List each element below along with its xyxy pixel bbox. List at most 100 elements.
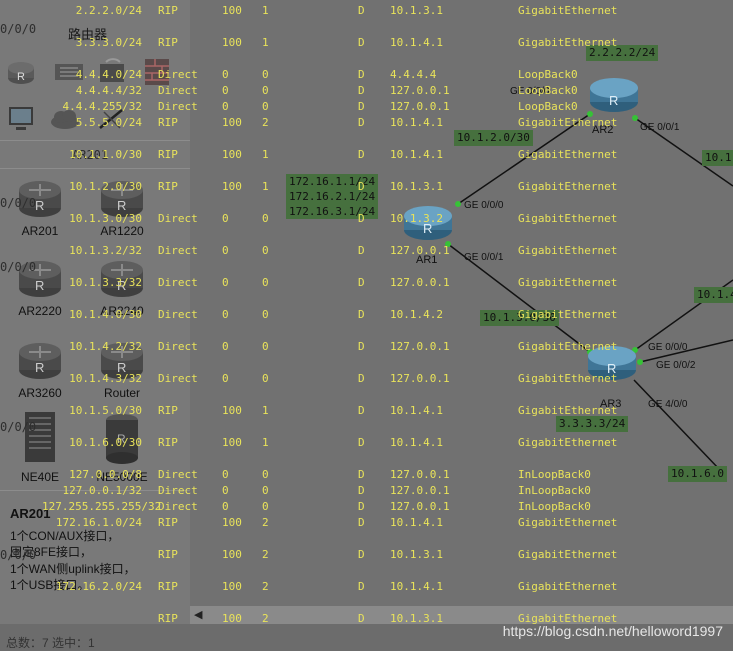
routing-table-row: 10.1.6.0/30 RIP 100 1 D 10.1.4.1 GigabitEthern… (0, 436, 733, 452)
routing-cell-pre: 0 (222, 500, 229, 513)
routing-table-row: 10.1.5.0/30 RIP 100 1 D 10.1.4.1 GigabitEthern… (0, 404, 733, 420)
routing-cell-dest: 127.255.255.255/32 (42, 500, 162, 513)
routing-table-row: 10.1.3.0/30 Direct 0 0 D 10.1.3.2 GigabitEther… (0, 212, 733, 228)
routing-cell-cost: 1 (262, 436, 269, 449)
routing-cell-cost: 0 (262, 500, 269, 513)
routing-cell-hop: 4.4.4.4 (390, 68, 437, 81)
routing-cell-proto: RIP (158, 148, 178, 161)
routing-cell-dest: 10.1.2.0/30 (69, 180, 142, 193)
routing-cell-iface: GigabitEthernet (518, 148, 618, 161)
routing-cell-flag: D (358, 548, 365, 561)
routing-cell-hop: 10.1.4.1 (390, 36, 443, 49)
routing-cell-hop: 10.1.3.1 (390, 180, 443, 193)
routing-cell-pre: 0 (222, 340, 229, 353)
routing-table-row: 127.255.255.255/32 Direct 0 0 D 127.0.0.1 InLo… (0, 500, 733, 516)
routing-cell-hop: 10.1.4.1 (390, 148, 443, 161)
routing-cell-dest: 10.1.6.0/30 (69, 436, 142, 449)
routing-cell-cost: 0 (262, 100, 269, 113)
routing-table-row: 10.1.2.0/30 RIP 100 1 D 10.1.3.1 GigabitEthern… (0, 180, 733, 196)
routing-cell-proto: RIP (158, 612, 178, 625)
routing-cell-hop: 127.0.0.1 (390, 340, 450, 353)
routing-cell-cost: 0 (262, 244, 269, 257)
routing-cell-dest: 10.1.3.3/32 (69, 276, 142, 289)
routing-cell-dest: 4.4.4.255/32 (62, 100, 142, 113)
routing-cell-dest: 10.1.1.0/30 (69, 148, 142, 161)
routing-cell-dest: 172.16.2.0/24 (55, 580, 142, 593)
routing-cell-pre: 0 (222, 212, 229, 225)
routing-cell-hop: 10.1.4.1 (390, 404, 443, 417)
routing-cell-pre: 100 (222, 436, 242, 449)
routing-cell-dest: 10.1.3.2/32 (69, 244, 142, 257)
routing-cell-cost: 1 (262, 148, 269, 161)
routing-cell-iface: GigabitEthernet (518, 4, 618, 17)
routing-cell-iface: GigabitEthernet (518, 244, 618, 257)
routing-cell-pre: 100 (222, 548, 242, 561)
routing-cell-pre: 0 (222, 84, 229, 97)
routing-cell-flag: D (358, 212, 365, 225)
routing-cell-flag: D (358, 36, 365, 49)
routing-cell-hop: 10.1.4.1 (390, 516, 443, 529)
routing-cell-iface: GigabitEthernet (518, 276, 618, 289)
routing-cell-cost: 0 (262, 484, 269, 497)
routing-cell-hop: 127.0.0.1 (390, 276, 450, 289)
routing-cell-flag: D (358, 500, 365, 513)
routing-cell-iface: GigabitEthernet (518, 436, 618, 449)
routing-cell-cost: 2 (262, 116, 269, 129)
routing-cell-proto: RIP (158, 436, 178, 449)
routing-cell-cost: 1 (262, 4, 269, 17)
routing-cell-iface: GigabitEthernet (518, 180, 618, 193)
routing-cell-dest: 10.1.4.2/32 (69, 340, 142, 353)
routing-table-row: RIP 100 2 D 10.1.3.1 GigabitEthernet (0, 548, 733, 564)
routing-cell-flag: D (358, 244, 365, 257)
routing-cell-hop: 127.0.0.1 (390, 468, 450, 481)
routing-cell-iface: GigabitEthernet (518, 372, 618, 385)
routing-cell-flag: D (358, 612, 365, 625)
routing-cell-hop: 127.0.0.1 (390, 244, 450, 257)
routing-cell-hop: 10.1.4.1 (390, 436, 443, 449)
routing-cell-cost: 1 (262, 180, 269, 193)
routing-cell-flag: D (358, 116, 365, 129)
routing-cell-proto: Direct (158, 372, 198, 385)
routing-table-row: 10.1.1.0/30 RIP 100 1 D 10.1.4.1 GigabitEthern… (0, 148, 733, 164)
routing-cell-iface: GigabitEthernet (518, 340, 618, 353)
routing-cell-flag: D (358, 404, 365, 417)
routing-cell-dest: 172.16.1.0/24 (55, 516, 142, 529)
routing-cell-iface: LoopBack0 (518, 100, 578, 113)
routing-table-row: 10.1.4.2/32 Direct 0 0 D 127.0.0.1 GigabitEthe… (0, 340, 733, 356)
routing-cell-iface: GigabitEthernet (518, 548, 618, 561)
routing-table-row: 10.1.4.3/32 Direct 0 0 D 127.0.0.1 GigabitEthe… (0, 372, 733, 388)
routing-cell-hop: 10.1.3.1 (390, 612, 443, 625)
routing-cell-proto: RIP (158, 580, 178, 593)
routing-cell-flag: D (358, 468, 365, 481)
routing-cell-flag: D (358, 372, 365, 385)
routing-cell-flag: D (358, 180, 365, 193)
routing-cell-cost: 1 (262, 36, 269, 49)
routing-cell-flag: D (358, 340, 365, 353)
routing-cell-proto: Direct (158, 308, 198, 321)
routing-cell-iface: GigabitEthernet (518, 36, 618, 49)
routing-cell-pre: 0 (222, 276, 229, 289)
routing-cell-flag: D (358, 516, 365, 529)
routing-cell-proto: RIP (158, 180, 178, 193)
routing-cell-cost: 2 (262, 516, 269, 529)
routing-cell-iface: GigabitEthernet (518, 308, 618, 321)
routing-table-row: 4.4.4.4/32 Direct 0 0 D 127.0.0.1 LoopBack0 (0, 84, 733, 100)
routing-cell-flag: D (358, 100, 365, 113)
routing-cell-proto: Direct (158, 244, 198, 257)
routing-cell-iface: GigabitEthernet (518, 404, 618, 417)
routing-cell-flag: D (358, 84, 365, 97)
routing-cell-iface: InLoopBack0 (518, 484, 591, 497)
routing-cell-hop: 127.0.0.1 (390, 372, 450, 385)
routing-cell-cost: 0 (262, 372, 269, 385)
routing-cell-cost: 0 (262, 340, 269, 353)
routing-cell-pre: 100 (222, 4, 242, 17)
routing-table-row: 4.4.4.0/24 Direct 0 0 D 4.4.4.4 LoopBack0 (0, 68, 733, 84)
routing-cell-iface: InLoopBack0 (518, 468, 591, 481)
routing-cell-proto: Direct (158, 484, 198, 497)
routing-cell-flag: D (358, 148, 365, 161)
routing-table-row: 127.0.0.0/8 Direct 0 0 D 127.0.0.1 InLoopBack0 (0, 468, 733, 484)
routing-cell-proto: Direct (158, 340, 198, 353)
routing-cell-proto: Direct (158, 68, 198, 81)
routing-cell-cost: 2 (262, 580, 269, 593)
routing-cell-flag: D (358, 308, 365, 321)
